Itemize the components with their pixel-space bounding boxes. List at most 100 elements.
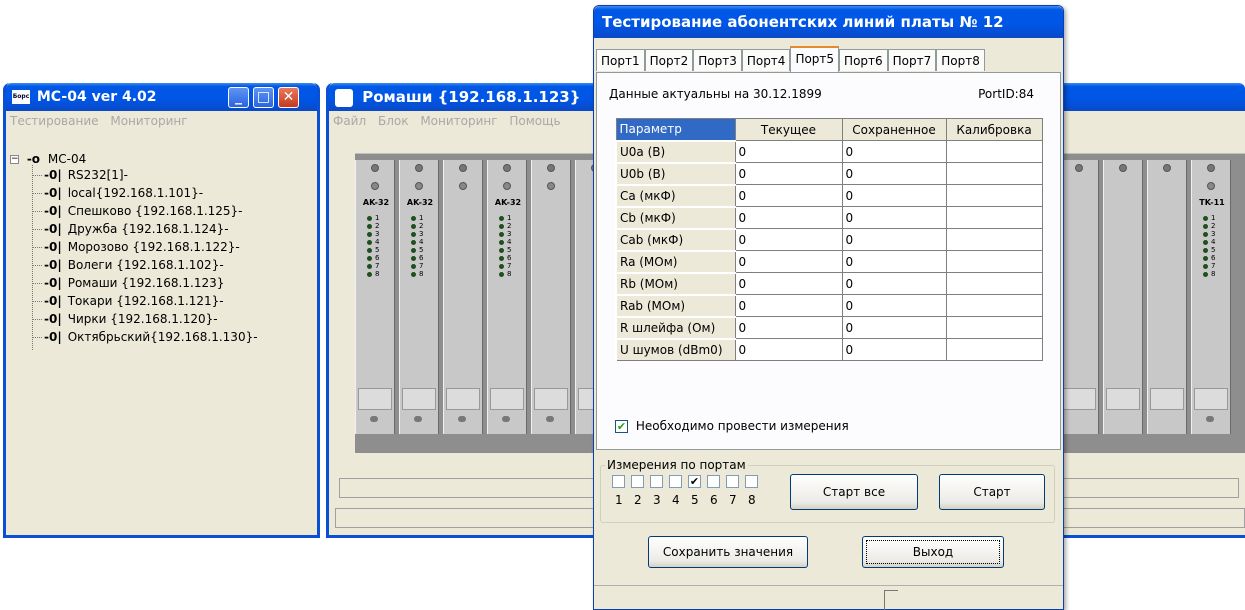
table-cell[interactable]: 0 — [841, 338, 947, 361]
table-cell[interactable]: 0 — [734, 250, 843, 273]
table-cell[interactable] — [945, 140, 1043, 163]
table-cell[interactable]: 0 — [841, 228, 947, 251]
table-cell[interactable]: 0 — [841, 206, 947, 229]
table-cell[interactable]: 0 — [734, 140, 843, 163]
table-cell[interactable]: 0 — [734, 272, 843, 295]
tab-port2[interactable]: Порт2 — [644, 49, 694, 71]
start-all-button[interactable]: Старт все — [790, 474, 918, 510]
rack-card[interactable]: AK-32 1 2 3 4 5 6 7 8 — [355, 160, 395, 434]
tree-item[interactable]: -0| Ромаши {192.168.1.123} — [44, 275, 224, 291]
table-cell[interactable]: 0 — [841, 140, 947, 163]
tree-item[interactable]: -0| Спешково {192.168.1.125}- — [44, 203, 243, 219]
table-cell[interactable]: 0 — [841, 294, 947, 317]
table-cell[interactable] — [945, 184, 1043, 207]
port-checkbox-2[interactable] — [631, 475, 644, 488]
start-button[interactable]: Старт — [939, 474, 1045, 510]
menu-testing[interactable]: Тестирование — [10, 114, 99, 128]
close-button[interactable]: ✕ — [278, 87, 299, 108]
tree-item-label: RS232[1]- — [67, 168, 128, 182]
port-checkbox-5[interactable]: ✔ — [688, 475, 701, 488]
tree-item[interactable]: -0| Октябрьский{192.168.1.130}- — [44, 329, 258, 345]
tab-port6[interactable]: Порт6 — [839, 49, 888, 71]
menu-file[interactable]: Файл — [333, 114, 366, 128]
table-cell[interactable]: 0 — [841, 272, 947, 295]
column-header[interactable]: Текущее — [734, 118, 843, 141]
need-measure-checkbox[interactable]: ✔ — [615, 420, 628, 433]
tab-port1[interactable]: Порт1 — [596, 49, 645, 71]
tree-item[interactable]: -0| Чирки {192.168.1.120}- — [44, 311, 218, 327]
table-cell[interactable] — [945, 338, 1043, 361]
table-cell[interactable]: 0 — [734, 338, 843, 361]
port-checkbox-4[interactable] — [669, 475, 682, 488]
tree-item[interactable]: -0| Дружба {192.168.1.124}- — [44, 221, 229, 237]
tab-port5[interactable]: Порт5 — [790, 46, 840, 72]
port-checkbox-6[interactable] — [707, 475, 720, 488]
table-cell[interactable]: 0 — [841, 162, 947, 185]
tree-item[interactable]: -0| RS232[1]- — [44, 167, 128, 183]
rack-card[interactable]: TK-11 1 2 3 4 5 6 7 8 — [1191, 160, 1231, 434]
table-cell[interactable]: 0 — [734, 206, 843, 229]
collapse-icon[interactable]: − — [10, 155, 19, 164]
table-cell[interactable]: 0 — [841, 250, 947, 273]
minimize-button[interactable]: _ — [228, 87, 249, 108]
led-row: 6 — [499, 254, 521, 262]
table-cell[interactable] — [945, 272, 1043, 295]
table-cell[interactable] — [945, 228, 1043, 251]
tree-item[interactable]: -0| Морозово {192.168.1.122}- — [44, 239, 240, 255]
rack-card[interactable] — [531, 160, 571, 434]
menu-block[interactable]: Блок — [378, 114, 409, 128]
tab-port8[interactable]: Порт8 — [936, 49, 985, 71]
tab-port3[interactable]: Порт3 — [693, 49, 742, 71]
menu-monitoring[interactable]: Мониторинг — [420, 114, 497, 128]
rack-card[interactable]: AK-32 1 2 3 4 5 6 7 8 — [399, 160, 439, 434]
table-cell[interactable] — [945, 250, 1043, 273]
table-cell[interactable]: 0 — [734, 294, 843, 317]
menu-monitoring[interactable]: Мониторинг — [110, 114, 187, 128]
tree-root[interactable]: − -o MC-04 — [10, 151, 86, 167]
table-cell[interactable]: 0 — [734, 162, 843, 185]
rack-card[interactable] — [443, 160, 483, 434]
row-header: Ra (МОм) — [615, 249, 736, 273]
tree-item[interactable]: -0| Токари {192.168.1.121}- — [44, 293, 224, 309]
port-checkbox-7[interactable] — [726, 475, 739, 488]
port-checkbox-3[interactable] — [650, 475, 663, 488]
need-measure-row[interactable]: ✔ Необходимо провести измерения — [615, 419, 849, 433]
size-grip[interactable] — [884, 590, 898, 610]
tab-port4[interactable]: Порт4 — [741, 49, 791, 71]
table-row: R шлейфа (Ом) 0 0 — [615, 315, 1043, 339]
port-checkbox-8[interactable] — [745, 475, 758, 488]
maximize-button[interactable]: □ — [253, 87, 274, 108]
led-number: 4 — [507, 238, 512, 246]
tree-line — [32, 229, 42, 230]
table-cell[interactable] — [945, 162, 1043, 185]
exit-button[interactable]: Выход — [862, 536, 1004, 568]
led-icon — [367, 247, 372, 253]
table-cell[interactable]: 0 — [841, 184, 947, 207]
menu-help[interactable]: Помощь — [509, 114, 560, 128]
plug-icon: -0| — [44, 204, 62, 218]
led-row: 1 — [1203, 214, 1225, 222]
column-header[interactable]: Калибровка — [945, 118, 1043, 141]
dialog-titlebar[interactable]: Тестирование абонентских линий платы № 1… — [594, 6, 1063, 38]
tree-line — [32, 319, 42, 320]
tree-item[interactable]: -0| local{192.168.1.101}- — [44, 185, 203, 201]
table-cell[interactable] — [945, 316, 1043, 339]
table-cell[interactable]: 0 — [841, 316, 947, 339]
rack-card[interactable]: AK-32 1 2 3 4 5 6 7 8 — [487, 160, 527, 434]
save-values-button[interactable]: Сохранить значения — [648, 536, 808, 568]
table-cell[interactable]: 0 — [734, 316, 843, 339]
column-header[interactable]: Сохраненное — [841, 118, 947, 141]
table-cell[interactable]: 0 — [734, 184, 843, 207]
table-cell[interactable] — [945, 294, 1043, 317]
column-header[interactable]: Параметр — [615, 118, 736, 141]
menubar: Тестирование Мониторинг — [6, 111, 317, 131]
empty-slot — [1103, 160, 1143, 434]
tab-port7[interactable]: Порт7 — [887, 49, 937, 71]
tree-item[interactable]: -0| Волеги {192.168.1.102}- — [44, 257, 224, 273]
led-icon — [1203, 239, 1208, 245]
table-row: Cb (мкФ) 0 0 — [615, 205, 1043, 229]
table-cell[interactable] — [945, 206, 1043, 229]
table-cell[interactable]: 0 — [734, 228, 843, 251]
led-icon — [499, 255, 504, 261]
port-checkbox-1[interactable] — [612, 475, 625, 488]
